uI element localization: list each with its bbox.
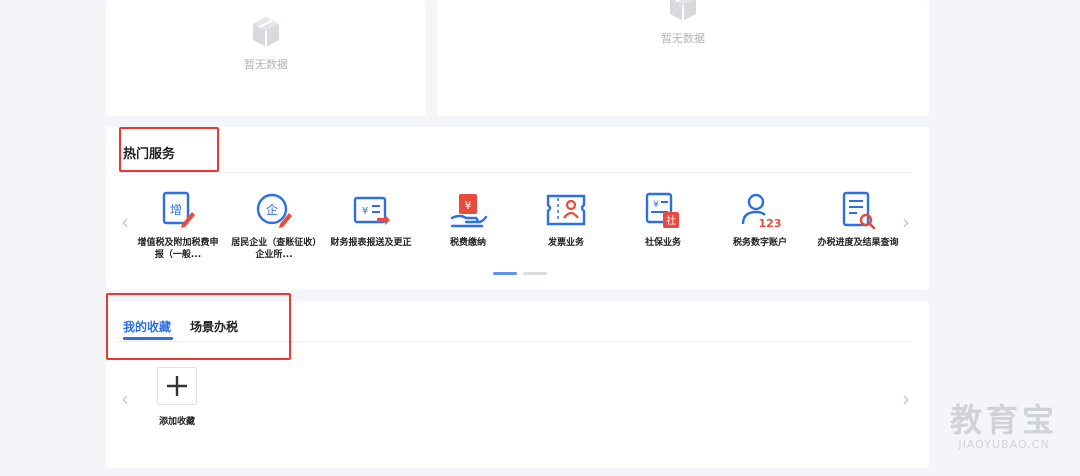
favorites-next-icon[interactable]: › bbox=[902, 389, 910, 409]
service-vat-declare[interactable]: 增 增值税及附加税费申报（一般... bbox=[134, 190, 222, 261]
digital-account-icon: 123 bbox=[741, 193, 782, 230]
service-financial-report[interactable]: ¥ 财务报表报送及更正 bbox=[327, 190, 415, 249]
empty-panel-right: 暂无数据 bbox=[437, 0, 929, 116]
carousel-dot-1[interactable] bbox=[493, 272, 517, 275]
watermark: 教育宝 JIAOYUBAO.CN bbox=[948, 402, 1060, 451]
vat-declare-icon: 增 bbox=[162, 191, 195, 228]
highlight-box-favorites bbox=[106, 293, 291, 360]
service-enterprise-tax[interactable]: 企 居民企业（查账征收）企业所... bbox=[230, 190, 318, 261]
service-label: 税费缴纳 bbox=[449, 238, 486, 248]
invoice-icon bbox=[546, 194, 586, 226]
svg-text:企: 企 bbox=[266, 202, 278, 217]
service-label: 办税进度及结果查询 bbox=[817, 238, 899, 248]
empty-text: 暂无数据 bbox=[661, 32, 705, 45]
service-progress-query[interactable]: 办税进度及结果查询 bbox=[814, 190, 902, 249]
add-favorite-label: 添加收藏 bbox=[158, 417, 195, 427]
svg-text:123: 123 bbox=[759, 217, 782, 230]
enterprise-tax-icon: 企 bbox=[256, 193, 292, 228]
service-label: 发票业务 bbox=[547, 238, 584, 248]
tax-payment-icon: ¥ bbox=[450, 194, 488, 228]
highlight-box-hot-services bbox=[119, 127, 219, 172]
service-tax-payment[interactable]: ¥ 税费缴纳 bbox=[424, 190, 512, 249]
svg-text:¥: ¥ bbox=[465, 199, 472, 212]
financial-report-icon: ¥ bbox=[353, 196, 390, 225]
hot-services-divider bbox=[116, 172, 912, 173]
add-favorite-button[interactable] bbox=[157, 367, 197, 405]
service-digital-account[interactable]: 123 税务数字账户 bbox=[716, 190, 804, 249]
svg-text:社: 社 bbox=[666, 214, 676, 227]
carousel-dot-2[interactable] bbox=[523, 272, 547, 275]
service-label: 税务数字账户 bbox=[732, 238, 787, 248]
carousel-prev-icon[interactable]: ‹ bbox=[121, 212, 129, 232]
svg-text:¥: ¥ bbox=[653, 200, 659, 210]
service-social-security[interactable]: ¥ 社 社保业务 bbox=[619, 190, 707, 249]
empty-state: 暂无数据 bbox=[106, 14, 426, 72]
watermark-brand: 教育宝 bbox=[949, 401, 1058, 439]
service-label: 增值税及附加税费申报（一般... bbox=[137, 238, 219, 260]
watermark-domain: JIAOYUBAO.CN bbox=[958, 438, 1050, 451]
empty-panel-left: 暂无数据 bbox=[106, 0, 426, 116]
empty-box-icon bbox=[670, 0, 696, 21]
empty-state: 暂无数据 bbox=[437, 0, 929, 46]
empty-box-icon bbox=[253, 17, 279, 47]
service-label: 居民企业（查账征收）企业所... bbox=[231, 238, 317, 260]
service-label: 财务报表报送及更正 bbox=[330, 238, 412, 248]
service-label: 社保业务 bbox=[644, 238, 681, 248]
carousel-next-icon[interactable]: › bbox=[902, 212, 910, 232]
service-invoice[interactable]: 发票业务 bbox=[522, 190, 610, 249]
svg-text:¥: ¥ bbox=[362, 206, 368, 217]
favorites-prev-icon[interactable]: ‹ bbox=[121, 389, 129, 409]
plus-icon bbox=[167, 376, 187, 396]
social-security-icon: ¥ 社 bbox=[645, 192, 679, 228]
svg-text:增: 增 bbox=[170, 203, 182, 217]
empty-text: 暂无数据 bbox=[244, 58, 288, 71]
progress-query-icon bbox=[842, 191, 876, 230]
